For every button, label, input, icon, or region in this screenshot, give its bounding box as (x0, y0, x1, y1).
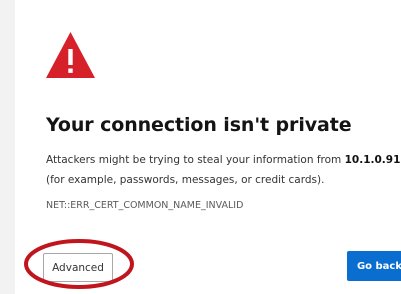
page-title: Your connection isn't private (46, 114, 352, 136)
warning-triangle-icon (46, 32, 95, 78)
message-text-start: Attackers might be trying to steal your … (46, 154, 345, 166)
go-back-button[interactable]: Go back (347, 251, 401, 281)
message-text-end: (for example, passwords, messages, or cr… (46, 174, 325, 186)
error-code: NET::ERR_CERT_COMMON_NAME_INVALID (46, 200, 244, 211)
interstitial-card: Your connection isn't private Attackers … (15, 0, 401, 294)
warning-message: Attackers might be trying to steal your … (46, 150, 401, 190)
host-address: 10.1.0.91 (344, 154, 401, 166)
advanced-button[interactable]: Advanced (43, 253, 113, 282)
